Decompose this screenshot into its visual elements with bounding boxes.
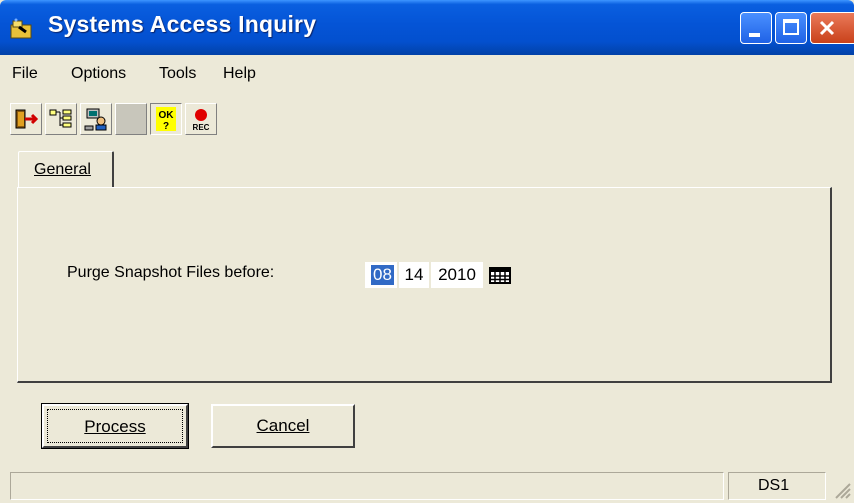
tab-general-label: General bbox=[34, 161, 91, 178]
ok-help-button[interactable]: OK ? bbox=[150, 103, 182, 135]
status-main-pane bbox=[10, 472, 724, 500]
svg-text:?: ? bbox=[163, 121, 169, 132]
date-month-value: 08 bbox=[371, 265, 394, 285]
date-month-field[interactable]: 08 bbox=[365, 262, 397, 288]
cancel-button[interactable]: Cancel bbox=[211, 404, 355, 448]
tree-icon bbox=[49, 109, 72, 128]
maximize-button[interactable] bbox=[775, 12, 807, 44]
record-button[interactable]: REC bbox=[185, 103, 217, 135]
ok-help-icon: OK ? bbox=[156, 107, 176, 132]
minimize-button[interactable] bbox=[740, 12, 772, 44]
process-label: Process bbox=[84, 417, 146, 436]
date-year-field[interactable]: 2010 bbox=[431, 262, 483, 288]
status-bar: DS1 bbox=[0, 466, 854, 503]
date-day-field[interactable]: 14 bbox=[399, 262, 429, 288]
window-title: Systems Access Inquiry bbox=[48, 11, 317, 37]
menu-file[interactable]: File bbox=[12, 65, 38, 83]
close-icon bbox=[819, 20, 835, 36]
record-icon: REC bbox=[193, 109, 210, 132]
close-button[interactable] bbox=[810, 12, 854, 44]
menu-tools[interactable]: Tools bbox=[159, 65, 196, 83]
ok-text: OK bbox=[159, 110, 175, 121]
exit-icon bbox=[15, 109, 39, 129]
blank-button[interactable] bbox=[115, 103, 147, 135]
maximize-icon bbox=[783, 19, 799, 35]
title-bar[interactable]: Systems Access Inquiry bbox=[0, 0, 854, 55]
menu-help[interactable]: Help bbox=[223, 65, 256, 83]
minimize-icon bbox=[749, 33, 760, 37]
users-icon bbox=[84, 108, 107, 131]
menu-bar bbox=[0, 55, 854, 88]
status-server-pane: DS1 bbox=[728, 472, 826, 500]
resize-grip-icon[interactable] bbox=[832, 480, 852, 500]
exit-button[interactable] bbox=[10, 103, 42, 135]
tab-general[interactable]: General bbox=[18, 151, 114, 187]
cancel-label: Cancel bbox=[256, 416, 310, 435]
purge-snapshot-label: Purge Snapshot Files before: bbox=[67, 264, 275, 281]
app-window: Systems Access Inquiry File Options Tool… bbox=[0, 0, 854, 503]
users-button[interactable] bbox=[80, 103, 112, 135]
process-button[interactable]: Process bbox=[41, 403, 189, 449]
rec-text: REC bbox=[193, 123, 210, 132]
menu-options[interactable]: Options bbox=[71, 65, 126, 83]
app-icon bbox=[10, 18, 32, 39]
tree-button[interactable] bbox=[45, 103, 77, 135]
status-server-label: DS1 bbox=[758, 477, 790, 494]
calendar-icon[interactable] bbox=[488, 265, 512, 285]
